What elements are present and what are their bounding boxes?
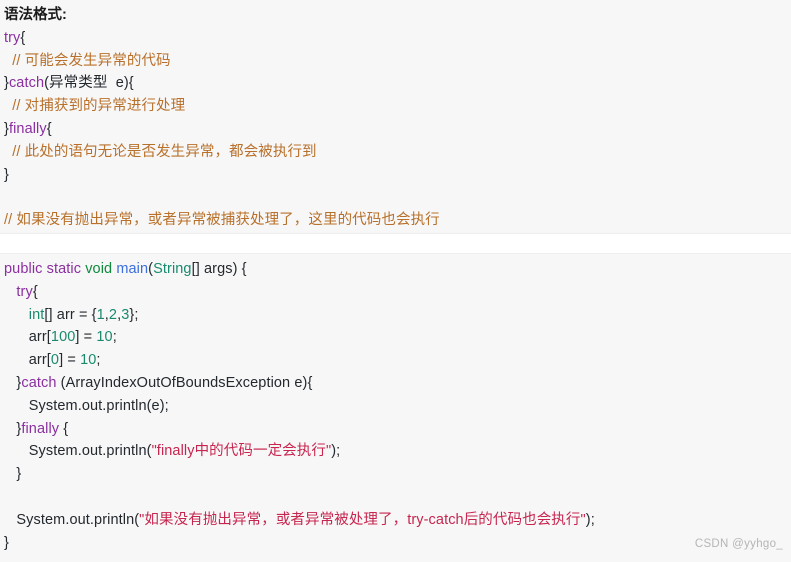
example-token-plain: [] args) { — [191, 261, 247, 277]
example-token-plain: System.out.println( — [4, 443, 152, 460]
example-token-plain — [4, 284, 16, 300]
syntax-line: try{ — [4, 27, 785, 50]
example-token-type: int — [28, 306, 45, 323]
example-token-plain: ; — [112, 329, 117, 346]
example-token-type: 100 — [50, 329, 76, 346]
example-token-plain: arr[ — [4, 329, 51, 346]
example-token-plain: ); — [331, 443, 341, 460]
example-token-plain: ] = — [75, 329, 97, 346]
example-line: } — [4, 532, 785, 555]
example-line: }finally { — [4, 418, 785, 441]
example-token-ret: void — [85, 261, 117, 277]
example-line: System.out.println("如果没有抛出异常，或者异常被处理了，tr… — [4, 509, 785, 532]
example-token-plain: } — [4, 420, 22, 437]
example-token-plain: System.out.println( — [4, 511, 140, 528]
example-token-plain: [] arr = { — [44, 306, 97, 323]
csdn-watermark: CSDN @yyhgo_ — [694, 538, 783, 550]
example-token-fn: main — [116, 261, 149, 277]
example-line: } — [4, 463, 785, 486]
example-token-plain: }; — [129, 306, 139, 323]
syntax-token-cmt: // 可能会发生异常的代码 — [4, 52, 171, 69]
example-line: public static void main(String[] args) { — [4, 258, 785, 281]
syntax-code-block: 语法格式: try{ // 可能会发生异常的代码}catch(异常类型 e){ … — [0, 0, 791, 233]
example-token-str: "finally中的代码一定会执行" — [151, 443, 332, 460]
example-token-type: String — [153, 261, 192, 277]
syntax-token-plain: { — [20, 29, 26, 46]
syntax-token-cmt: // 对捕获到的异常进行处理 — [4, 98, 186, 115]
example-token-plain: System.out.println(e); — [4, 397, 169, 414]
syntax-token-kw: try — [4, 29, 21, 46]
example-token-plain: ); — [585, 511, 595, 528]
page-root: 语法格式: try{ // 可能会发生异常的代码}catch(异常类型 e){ … — [0, 0, 791, 562]
example-token-kw: public static — [4, 261, 86, 277]
example-token-type: 10 — [80, 352, 97, 369]
example-token-plain: ; — [96, 352, 101, 369]
syntax-line: }finally{ — [4, 118, 785, 141]
block-divider — [0, 233, 791, 254]
syntax-token-plain: } — [4, 166, 9, 183]
example-line: }catch (ArrayIndexOutOfBoundsException e… — [4, 372, 785, 395]
example-token-type: 2 — [108, 306, 118, 323]
example-token-plain: (ArrayIndexOutOfBoundsException e){ — [56, 374, 313, 391]
example-token-plain: } — [4, 374, 22, 391]
example-token-str: "如果没有抛出异常，或者异常被处理了，try-catch后的代码也会执行" — [139, 511, 586, 528]
example-token-plain: ] = — [59, 352, 81, 369]
example-line: System.out.println("finally中的代码一定会执行"); — [4, 440, 785, 463]
example-token-plain: arr[ — [4, 352, 51, 369]
example-line: System.out.println(e); — [4, 395, 785, 418]
example-token-plain: } — [4, 534, 9, 551]
example-line: int[] arr = {1,2,3}; — [4, 304, 785, 327]
syntax-token-cmt: // 如果没有抛出异常，或者异常被捕获处理了，这里的代码也会执行 — [4, 212, 440, 229]
syntax-line: // 可能会发生异常的代码 — [4, 50, 785, 73]
syntax-line — [4, 186, 785, 209]
example-token-kw: catch — [21, 374, 57, 391]
syntax-line: // 对捕获到的异常进行处理 — [4, 95, 785, 118]
syntax-heading: 语法格式: — [4, 7, 67, 23]
example-token-type: 1 — [96, 306, 105, 323]
syntax-code-lines: try{ // 可能会发生异常的代码}catch(异常类型 e){ // 对捕获… — [4, 27, 785, 232]
example-token-plain: { — [59, 420, 69, 437]
example-token-plain: { — [32, 283, 38, 300]
syntax-token-plain: (异常类型 e){ — [44, 75, 134, 92]
syntax-line: }catch(异常类型 e){ — [4, 72, 785, 95]
example-line: arr[0] = 10; — [4, 349, 785, 372]
example-token-plain: } — [4, 466, 22, 483]
syntax-token-cmt: // 此处的语句无论是否发生异常，都会被执行到 — [4, 143, 317, 160]
syntax-token-plain: { — [46, 120, 52, 137]
syntax-line: // 此处的语句无论是否发生异常，都会被执行到 — [4, 141, 785, 164]
syntax-line: // 如果没有抛出异常，或者异常被捕获处理了，这里的代码也会执行 — [4, 209, 785, 232]
syntax-token-kw: catch — [8, 75, 45, 92]
example-line: try{ — [4, 281, 785, 304]
example-token-plain — [4, 307, 29, 323]
example-token-kw: try — [16, 283, 33, 300]
syntax-token-kw: finally — [8, 120, 47, 137]
example-token-type: 0 — [50, 352, 60, 369]
syntax-line: } — [4, 164, 785, 187]
example-code-lines: public static void main(String[] args) {… — [4, 258, 785, 554]
example-token-type: 10 — [96, 329, 113, 346]
example-code-block: public static void main(String[] args) {… — [0, 254, 791, 562]
example-token-kw: finally — [21, 420, 60, 437]
example-line: arr[100] = 10; — [4, 326, 785, 349]
example-line — [4, 486, 785, 509]
